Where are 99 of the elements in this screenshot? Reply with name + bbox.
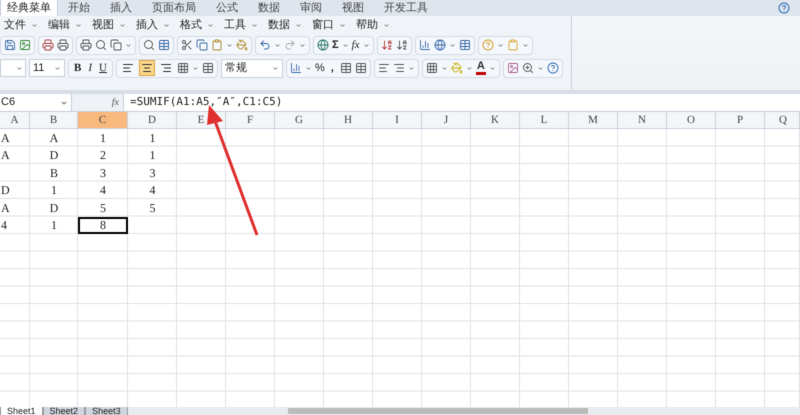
sum-button[interactable]: Σ [332,36,339,54]
underline-button[interactable]: U [97,60,109,76]
chart-icon[interactable] [418,39,431,51]
zoom-icon[interactable] [522,62,534,74]
table-cell[interactable]: 4 [78,182,128,199]
table-cell[interactable]: 5 [78,199,128,216]
help-icon[interactable] [546,62,559,74]
copy-icon[interactable] [196,39,208,51]
table-cell[interactable]: 3 [78,164,128,182]
column-header[interactable]: C [78,112,128,128]
table-icon[interactable] [458,39,471,51]
column-header[interactable]: M [569,112,618,128]
menu-item[interactable]: 窗口 [310,16,336,34]
fill-color-icon[interactable] [450,62,463,74]
column-header[interactable]: D [128,112,177,128]
column-header[interactable]: F [226,112,275,128]
column-header[interactable]: A [0,112,30,128]
align-center-icon [140,62,153,74]
table-cell[interactable]: D [30,199,78,216]
column-header[interactable]: P [716,112,765,128]
table-cell[interactable]: 4 [128,182,177,199]
sheet-tab[interactable]: Sheet3 [85,407,128,415]
column-header[interactable]: J [422,112,471,128]
print-icon[interactable] [80,39,92,51]
menu-item[interactable]: 工具 [222,16,248,34]
menu-item[interactable]: 数据 [266,16,292,34]
globe-icon[interactable] [434,39,446,51]
column-header[interactable]: G [275,112,324,128]
align-center-button[interactable] [138,60,155,76]
menu-item[interactable]: 视图 [90,16,116,34]
sort-icon[interactable] [396,39,408,51]
table-cell[interactable]: 4 [0,216,30,234]
table-cell[interactable]: 1 [128,146,177,164]
align-left-icon [122,62,134,74]
table-cell[interactable]: A [0,199,30,216]
table-cell[interactable]: A [30,129,78,146]
column-header[interactable]: I [373,112,422,128]
ribbon-tab[interactable]: 开始 [58,0,100,16]
borders-icon[interactable] [426,62,438,74]
ribbon-tab[interactable]: 页面布局 [142,0,206,16]
menu-item[interactable]: 插入 [134,16,160,34]
font-name-field[interactable] [0,59,26,77]
table-cell[interactable]: 1 [30,216,78,234]
ribbon-tab[interactable]: 数据 [248,0,290,16]
table-cell[interactable]: 2 [78,146,128,164]
table-cell[interactable]: 1 [30,182,78,199]
table-cell[interactable]: D [30,146,78,164]
table-cell[interactable]: 1 [128,129,177,146]
print-icon[interactable] [57,39,69,51]
menu-item[interactable]: 文件 [2,16,28,34]
ribbon-tab[interactable]: 视图 [332,0,374,16]
menu-item[interactable]: 编辑 [46,16,72,34]
column-header[interactable]: N [618,112,667,128]
column-header[interactable]: H [324,112,373,128]
picture-icon[interactable] [19,39,31,51]
table-cell[interactable]: 3 [128,164,177,182]
undo-icon[interactable] [259,39,271,51]
table-cell[interactable]: A [0,146,30,164]
ribbon-tab[interactable]: 开发工具 [374,0,438,16]
help-icon[interactable] [778,2,790,14]
percent-button[interactable]: % [314,60,325,76]
ribbon-tab[interactable]: 经典菜单 [0,0,58,16]
menu-item[interactable]: 帮助 [354,16,380,34]
align-right-icon [160,62,172,74]
paste-icon[interactable] [211,39,223,51]
sort-icon[interactable] [380,39,393,51]
table-cell[interactable]: 5 [128,199,177,216]
number-format-field[interactable]: 常规 [220,58,283,78]
comma-button[interactable]: , [328,60,337,76]
table-cell[interactable]: D [0,182,30,199]
column-header[interactable]: Q [765,112,800,128]
sheet-tab[interactable]: Sheet2 [42,407,86,415]
save-icon[interactable] [4,39,16,51]
sheet-tab[interactable]: Sheet1 [0,407,43,415]
insert-function-button[interactable]: fx [112,95,119,110]
bold-button[interactable]: B [72,60,84,76]
picture-icon[interactable] [506,62,519,74]
font-color-button[interactable]: A [476,61,486,75]
preview-icon[interactable] [95,39,107,51]
table-cell[interactable]: B [30,164,78,182]
table-cell[interactable]: 8 [78,216,128,234]
menu-item[interactable]: 格式 [178,16,204,34]
print-icon[interactable] [42,39,54,51]
column-header[interactable]: K [471,112,520,128]
table-icon[interactable] [158,39,170,51]
function-button[interactable]: fx [352,36,360,54]
formula-field[interactable]: =SUMIF(A1:A5,″A″,C1:C5) [124,94,800,111]
ribbon-tab[interactable]: 公式 [206,0,248,16]
column-header[interactable]: O [667,112,716,128]
font-size-field[interactable]: 11 [29,59,65,77]
ribbon-tab[interactable]: 审阅 [290,0,332,16]
italic-button[interactable]: I [86,60,94,76]
cut-icon[interactable] [181,39,193,51]
column-header[interactable]: L [520,112,569,128]
globe-icon[interactable] [317,39,329,51]
scrollbar[interactable] [288,408,588,414]
ribbon-tab[interactable]: 插入 [100,0,142,16]
table-cell[interactable]: A [0,129,30,146]
table-cell[interactable]: 1 [78,129,128,146]
